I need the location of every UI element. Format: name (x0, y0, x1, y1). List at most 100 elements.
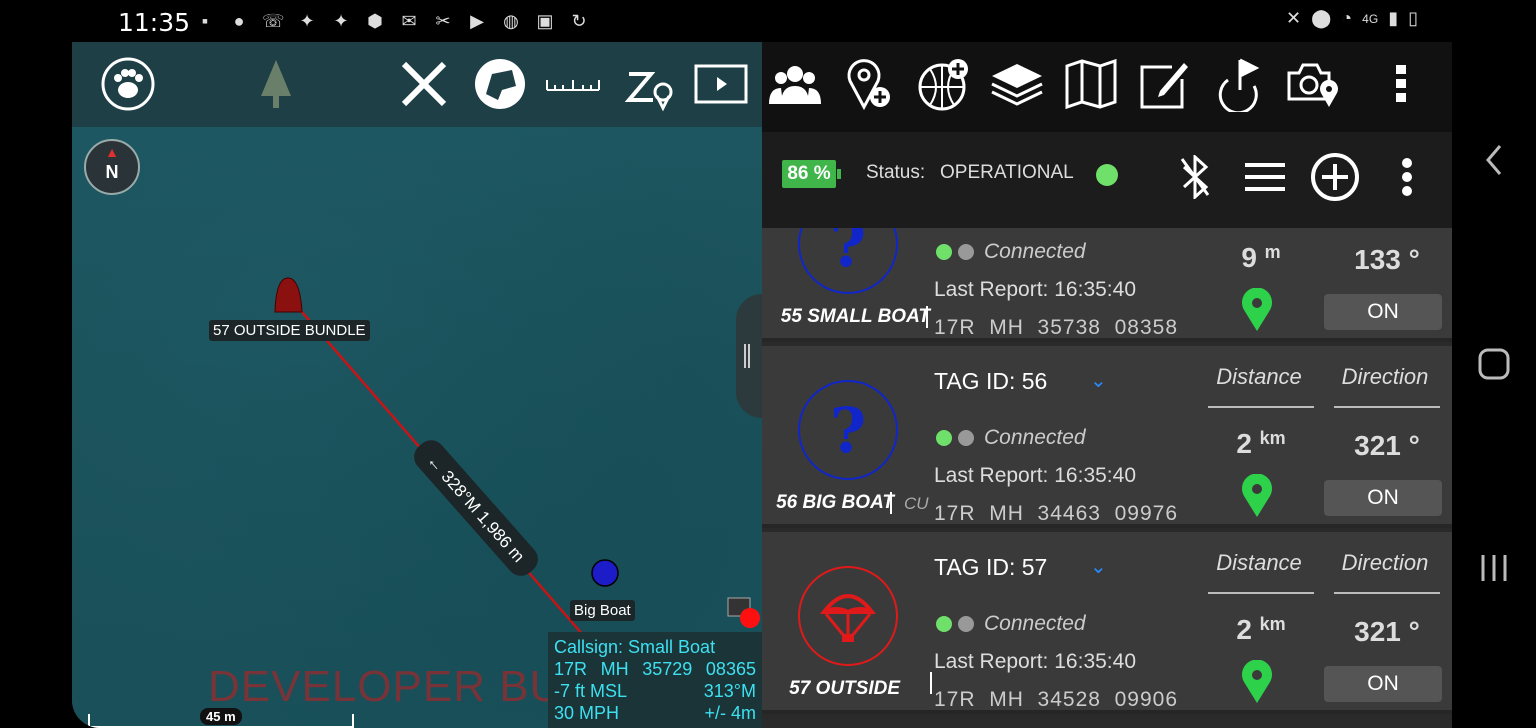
connection-text: Connected (984, 240, 1086, 263)
big-boat-marker[interactable] (591, 559, 619, 587)
add-tag-icon[interactable] (1310, 152, 1360, 202)
bluetooth-icon[interactable] (1170, 152, 1220, 202)
speed-accuracy-row: 30 MPH +/- 4m (554, 702, 756, 724)
tag-card[interactable]: ? 56 BIG BOAT CU TAG ID: 56 ⌄ Connected … (762, 346, 1452, 528)
call-icon: ☏ (262, 11, 285, 31)
clock: 11:35 (118, 8, 191, 37)
ruler-icon[interactable] (544, 54, 602, 114)
tree-icon[interactable] (248, 54, 304, 114)
easting: 35729 (642, 659, 693, 679)
tools-icon: ✂ (435, 11, 451, 31)
image-icon: ▣ (536, 11, 554, 31)
location-pin-icon[interactable] (1240, 474, 1274, 518)
scale-label: 45 m (200, 708, 242, 725)
outside-bundle-marker[interactable] (274, 277, 303, 313)
direction-value: 321 ° (1354, 616, 1420, 647)
last-report: Last Report: 16:35:40 (934, 278, 1136, 301)
grid-zone: 17R (554, 659, 588, 679)
connection-status: Connected (936, 612, 1086, 636)
tak-icon: ✦ (299, 11, 315, 31)
tag-card[interactable]: ? 55 SMALL BOAT Connected Last Report: 1… (762, 228, 1452, 342)
tag-name: 55 SMALL BOAT (780, 306, 930, 327)
location-icon: ⬤ (1311, 8, 1332, 28)
close-x-icon[interactable] (396, 54, 452, 114)
sync-icon: ↻ (571, 11, 587, 31)
tracking-toggle-button[interactable]: ON (1324, 480, 1442, 516)
direction-value: 133 ° (1354, 244, 1420, 275)
chevron-down-icon[interactable]: ⌄ (1090, 554, 1107, 579)
tag-id-title: TAG ID: 56 (934, 368, 1048, 394)
distance-value: 9 m (1241, 242, 1281, 273)
alt-heading-row: -7 ft MSL 313°M (554, 680, 756, 702)
last-report: Last Report: 16:35:40 (934, 464, 1136, 487)
range-bearing-text: ← 328°M 1,986 m (423, 451, 528, 566)
more-vertical-icon[interactable] (1372, 54, 1430, 114)
play-icon[interactable] (692, 54, 750, 114)
status-more-icon[interactable] (1382, 152, 1432, 202)
paw-icon[interactable] (100, 54, 156, 114)
camera-location-icon[interactable] (1284, 54, 1342, 114)
status-label: Status: (866, 162, 926, 183)
tag-mgrs: 17R MH 34463 09976 (934, 502, 1179, 525)
connected-dot (936, 616, 952, 632)
direction-divider (1334, 406, 1440, 408)
status-indicator (1096, 164, 1118, 186)
panel-resize-handle[interactable] (736, 294, 762, 418)
marker-label-big-boat: Big Boat (570, 600, 635, 621)
mgrs-row: 17R MH 35729 08365 (554, 658, 756, 680)
idle-dot (958, 616, 974, 632)
direction-header: Direction (1341, 364, 1429, 389)
map-icon[interactable] (1062, 54, 1120, 114)
tak-alert-icon: ✦ (333, 11, 349, 31)
edit-icon[interactable] (1136, 54, 1194, 114)
location-pin-icon[interactable] (1240, 660, 1274, 704)
tag-id-title: TAG ID: 57 (934, 554, 1048, 580)
chevron-down-icon[interactable]: ⌄ (1090, 368, 1107, 393)
self-position-dot (740, 608, 760, 628)
tracking-toggle-button[interactable]: ON (1324, 294, 1442, 330)
compass-button[interactable]: ▲ N (84, 139, 140, 195)
direction-header: Direction (1341, 550, 1429, 575)
connected-dot (936, 430, 952, 446)
self-info-box[interactable]: Callsign: Small Boat 17R MH 35729 08365 … (548, 632, 762, 728)
back-icon[interactable] (1472, 138, 1516, 182)
tracking-toggle-button[interactable]: ON (1324, 666, 1442, 702)
team-icon[interactable] (766, 54, 824, 114)
screen: 11:35 ▪ ● ☏ ✦ ✦ ⬢ ✉ ✂ ▶ ◍ ▣ ↻ ✕ ⬤ ◔ 4G ▮… (0, 0, 1536, 728)
tag-sub-label: CU (904, 494, 929, 513)
callsign: Callsign: Small Boat (554, 637, 716, 657)
route-flag-icon[interactable] (1210, 54, 1268, 114)
map-view[interactable]: T ← 328°M 1,986 m 57 OUTSIDE BUNDLE Big … (72, 42, 762, 728)
mute-icon: ✕ (1286, 8, 1302, 28)
shield-profile-icon[interactable] (470, 54, 530, 114)
status-bar: 11:35 ▪ ● ☏ ✦ ✦ ⬢ ✉ ✂ ▶ ◍ ▣ ↻ ✕ ⬤ ◔ 4G ▮… (0, 0, 1536, 42)
layers-icon[interactable] (988, 54, 1046, 114)
connected-dot (936, 244, 952, 260)
message-icon: ▪ (201, 11, 209, 31)
battery-icon: ▯ (1408, 8, 1418, 28)
direction-divider (1334, 592, 1440, 594)
status-value: OPERATIONAL (940, 162, 1074, 183)
menu-icon[interactable] (1240, 152, 1290, 202)
home-icon[interactable] (1472, 342, 1516, 386)
location-pin-icon[interactable] (1240, 288, 1274, 332)
distance-header: Distance (1216, 364, 1302, 389)
route-layer: ← 328°M 1,986 m (274, 277, 760, 728)
tag-mgrs: 17R MH 34528 09906 (934, 688, 1179, 711)
notification-icons: ▪ ● ☏ ✦ ✦ ⬢ ✉ ✂ ▶ ◍ ▣ ↻ (194, 10, 590, 32)
marker-label-outside-bundle: 57 OUTSIDE BUNDLE (209, 320, 370, 341)
tag-list[interactable]: ? 55 SMALL BOAT Connected Last Report: 1… (762, 228, 1452, 728)
name-cursor (930, 672, 932, 694)
add-location-icon[interactable] (840, 54, 898, 114)
network-type: 4G (1362, 11, 1379, 26)
connection-status: Connected (936, 240, 1086, 264)
tag-name: 56 BIG BOAT (776, 492, 894, 513)
direction-value: 321 ° (1354, 430, 1420, 461)
distance-header: Distance (1216, 550, 1302, 575)
grid-square: MH (600, 659, 629, 679)
recents-icon[interactable] (1472, 546, 1516, 590)
tag-card[interactable]: 57 OUTSIDE TAG ID: 57 ⌄ Connected Last R… (762, 532, 1452, 714)
zoom-pin-icon[interactable] (618, 54, 676, 114)
panel-status-bar: 86 % Status: OPERATIONAL (762, 132, 1452, 228)
add-globe-icon[interactable] (914, 54, 972, 114)
